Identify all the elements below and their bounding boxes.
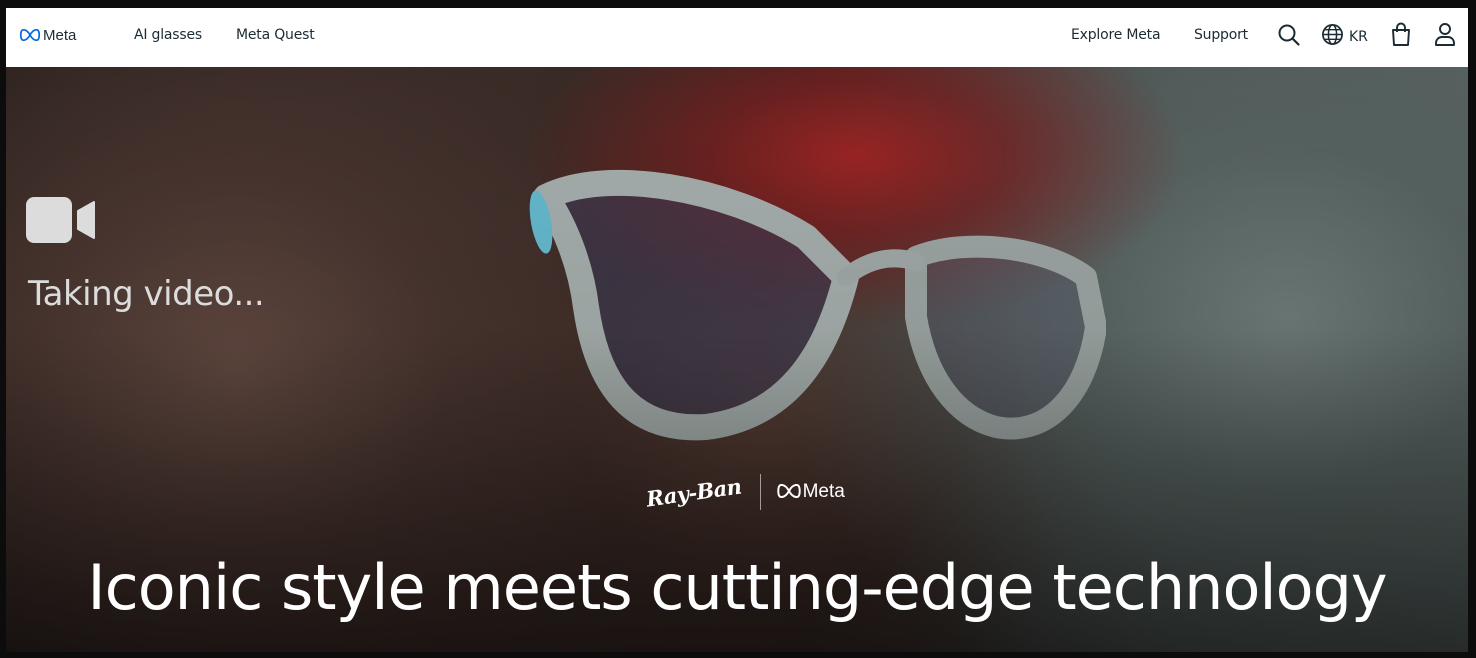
page-frame: Meta AI glasses Meta Quest Explore Meta … bbox=[6, 8, 1468, 652]
meta-infinity-icon bbox=[19, 26, 41, 45]
nav-link-support[interactable]: Support bbox=[1194, 27, 1248, 43]
hero-banner: Taking video... Ray-Ban Meta Iconic styl… bbox=[6, 67, 1468, 652]
hero-title: Iconic style meets cutting-edge technolo… bbox=[87, 551, 1387, 624]
meta-infinity-icon bbox=[776, 483, 801, 502]
cobrand-divider bbox=[759, 474, 761, 510]
top-navigation: Meta AI glasses Meta Quest Explore Meta … bbox=[6, 8, 1468, 67]
cobrand-logo: Ray-Ban Meta bbox=[644, 472, 845, 512]
shopping-bag-icon[interactable] bbox=[1391, 22, 1411, 47]
meta-cobrand-text: Meta bbox=[802, 481, 845, 502]
search-icon[interactable] bbox=[1277, 23, 1301, 47]
video-camera-icon bbox=[26, 197, 96, 247]
nav-link-ai-glasses[interactable]: AI glasses bbox=[134, 27, 202, 43]
globe-icon bbox=[1321, 23, 1344, 50]
nav-link-explore-meta[interactable]: Explore Meta bbox=[1071, 27, 1161, 43]
account-icon[interactable] bbox=[1434, 22, 1456, 47]
meta-logo-text: Meta bbox=[43, 26, 77, 44]
nav-link-meta-quest[interactable]: Meta Quest bbox=[236, 27, 315, 43]
recording-label: Taking video... bbox=[28, 274, 265, 314]
meta-cobrand-logo: Meta bbox=[776, 481, 845, 503]
rayban-logo: Ray-Ban bbox=[644, 472, 743, 512]
language-selector[interactable]: KR bbox=[1321, 23, 1368, 50]
meta-logo[interactable]: Meta bbox=[19, 24, 77, 46]
language-code: KR bbox=[1349, 28, 1368, 45]
